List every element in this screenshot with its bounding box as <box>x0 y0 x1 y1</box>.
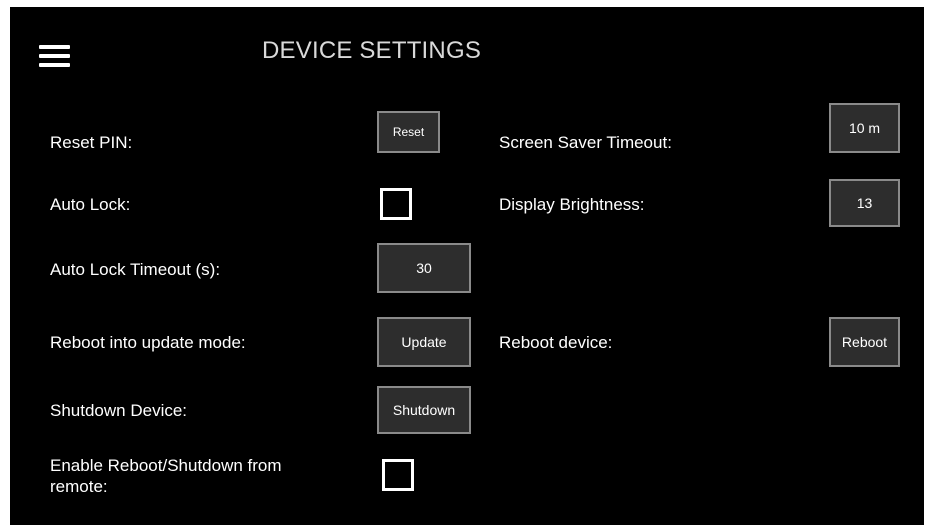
remote-reboot-checkbox[interactable] <box>382 459 414 491</box>
auto-lock-timeout-field[interactable]: 30 <box>377 243 471 293</box>
display-brightness-field[interactable]: 13 <box>829 179 900 227</box>
page-title: DEVICE SETTINGS <box>262 37 482 64</box>
reboot-device-label: Reboot device: <box>499 333 613 352</box>
reset-pin-button[interactable]: Reset <box>377 111 440 153</box>
remote-reboot-label: Enable Reboot/Shutdown from remote: <box>50 456 282 496</box>
auto-lock-label: Auto Lock: <box>50 195 131 214</box>
screen-saver-timeout-label: Screen Saver Timeout: <box>499 133 672 152</box>
auto-lock-checkbox[interactable] <box>380 188 412 220</box>
update-button[interactable]: Update <box>377 317 471 367</box>
reboot-update-label: Reboot into update mode: <box>50 333 246 352</box>
reset-pin-label: Reset PIN: <box>50 133 133 152</box>
shutdown-button[interactable]: Shutdown <box>377 386 471 434</box>
display-brightness-label: Display Brightness: <box>499 195 645 214</box>
auto-lock-timeout-label: Auto Lock Timeout (s): <box>50 260 221 279</box>
screen-saver-timeout-field[interactable]: 10 m <box>829 103 900 153</box>
device-settings-screen: DEVICE SETTINGS Reset PIN: Reset Auto Lo… <box>10 7 924 525</box>
hamburger-menu-icon[interactable] <box>39 45 70 68</box>
reboot-button[interactable]: Reboot <box>829 317 900 367</box>
shutdown-label: Shutdown Device: <box>50 401 188 420</box>
